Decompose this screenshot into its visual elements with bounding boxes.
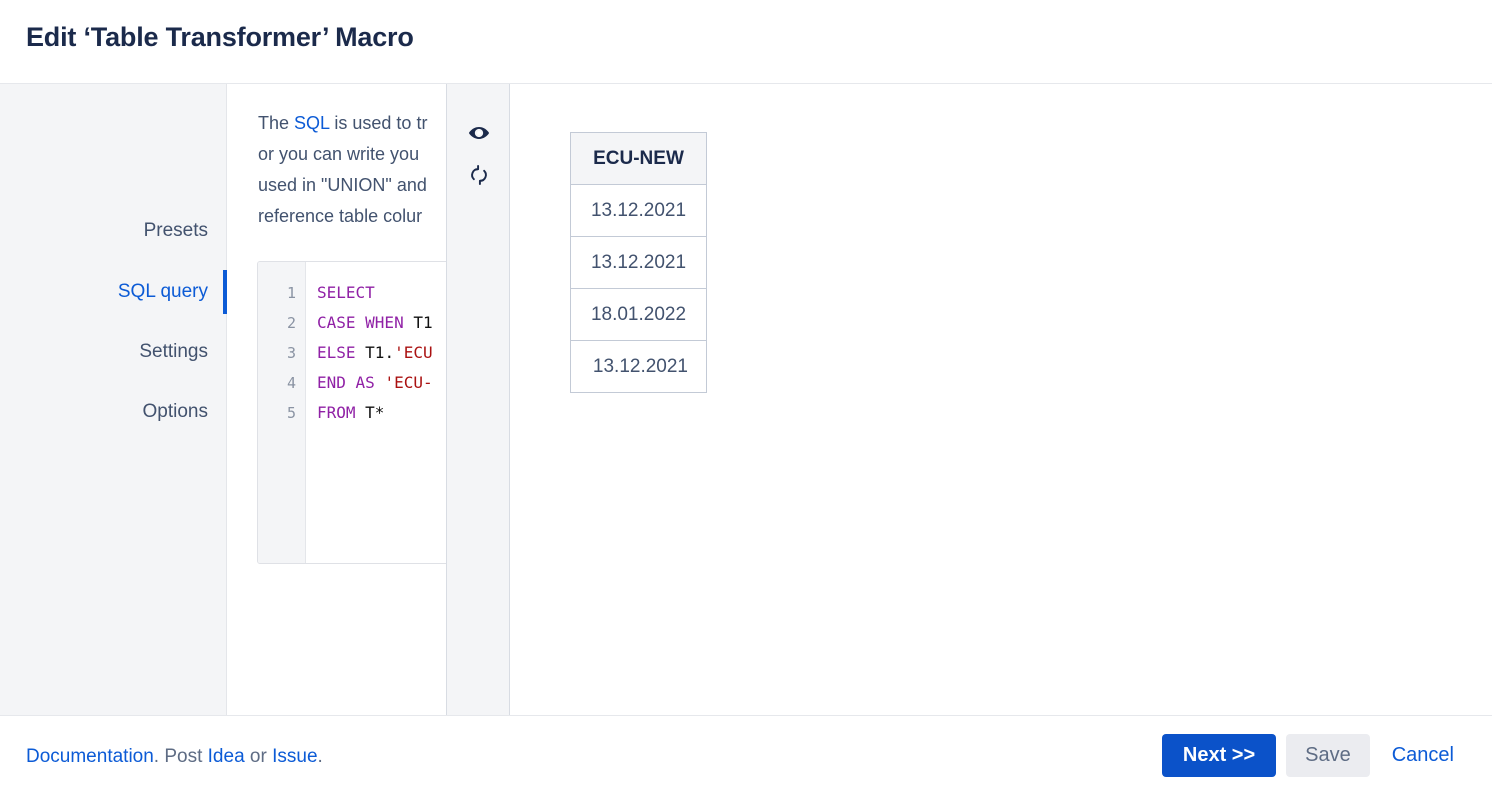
footer-separator: or [244,746,273,767]
macro-editor-dialog: Edit ‘Table Transformer’ Macro Presets S… [0,0,1492,788]
table-cell: 13.12.2021 [570,236,707,289]
sidebar-item-options[interactable]: Options [0,389,226,435]
sidebar-item-label: Settings [139,341,208,362]
code-line: SELECT [317,278,446,308]
sql-doc-link[interactable]: SQL [294,113,329,133]
dialog-footer: Documentation. Post Idea or Issue. Next … [0,715,1492,788]
code-line: ELSE T1.'ECU [317,338,446,368]
description-text: is used to tr [329,113,428,133]
next-button[interactable]: Next >> [1161,734,1277,777]
line-number: 1 [286,284,296,302]
refresh-icon [468,164,490,186]
table-column-header: ECU-NEW [570,132,707,185]
description-text: The [258,113,295,133]
code-keyword: END AS [317,373,385,392]
table-cell: 18.01.2022 [570,288,707,341]
documentation-link[interactable]: Documentation [26,746,154,767]
table-cell: 13.12.2021 [570,184,707,237]
table-cell: 13.12.2021 [570,340,707,393]
sql-description: The SQL is used to tr or you can write y… [258,108,446,232]
code-line: CASE WHEN T1 [317,308,446,338]
footer-links: Documentation. Post Idea or Issue. [26,746,323,768]
sidebar-item-label: SQL query [117,281,208,302]
description-line-2: or you can write you [258,144,420,164]
sidebar-item-settings[interactable]: Settings [0,329,226,375]
page-title: Edit ‘Table Transformer’ Macro [26,22,414,52]
description-line-1: The SQL is used to tr [258,108,446,139]
code-keyword: ELSE [317,343,366,362]
save-button[interactable]: Save [1286,734,1370,777]
cancel-button[interactable]: Cancel [1380,734,1466,777]
code-identifier: T* [365,403,385,422]
sidebar-item-presets[interactable]: Presets [0,208,226,254]
eye-icon [468,122,490,144]
refresh-button[interactable] [461,157,497,193]
table-row: 13.12.2021 [570,236,707,289]
code-identifier: T1 [413,313,433,332]
line-number: 2 [286,314,296,332]
line-number: 3 [286,344,296,362]
table-row: 13.12.2021 [570,340,707,393]
code-text-area[interactable]: SELECT CASE WHEN T1 ELSE T1.'ECU END AS … [307,262,446,563]
table-header-row: ECU-NEW [570,132,707,185]
sidebar: Presets SQL query Settings Options [0,84,227,715]
dialog-body: Presets SQL query Settings Options The S… [0,84,1492,715]
code-keyword: SELECT [317,283,375,302]
description-line-4: reference table colur [258,206,423,226]
code-line-number-gutter: 1 2 3 4 5 [258,262,306,563]
table-row: 13.12.2021 [570,184,707,237]
sidebar-item-label: Presets [143,220,208,241]
line-number: 5 [286,404,296,422]
description-line-3: used in "UNION" and [258,175,427,195]
code-keyword: CASE WHEN [317,313,414,332]
preview-toggle-button[interactable] [461,115,497,151]
sql-editor-column: The SQL is used to tr or you can write y… [227,84,446,715]
preview-toolbar [446,84,510,715]
post-idea-link[interactable]: Idea [208,746,245,767]
code-keyword: FROM [317,403,366,422]
post-issue-link[interactable]: Issue [272,746,317,767]
preview-pane: ECU-NEW 13.12.2021 13.12.2021 18.01.2022… [511,84,1492,715]
result-table: ECU-NEW 13.12.2021 13.12.2021 18.01.2022… [570,132,707,393]
footer-separator: . [317,746,323,767]
code-line: END AS 'ECU- [317,368,446,398]
sidebar-item-label: Options [142,401,208,422]
sql-code-editor[interactable]: 1 2 3 4 5 SELECT CASE WHEN T1 ELSE T1.'E… [257,261,446,564]
code-line: FROM T* [317,398,446,428]
footer-separator: . Post [153,746,208,767]
dialog-header: Edit ‘Table Transformer’ Macro [0,0,1492,84]
code-string: 'ECU [394,343,433,362]
sidebar-item-sql-query[interactable]: SQL query [0,269,227,315]
line-number: 4 [286,374,296,392]
code-identifier: T1. [365,343,395,362]
footer-buttons: Next >> Save Cancel [1161,734,1466,777]
code-string: 'ECU- [384,373,433,392]
table-row: 18.01.2022 [570,288,707,341]
